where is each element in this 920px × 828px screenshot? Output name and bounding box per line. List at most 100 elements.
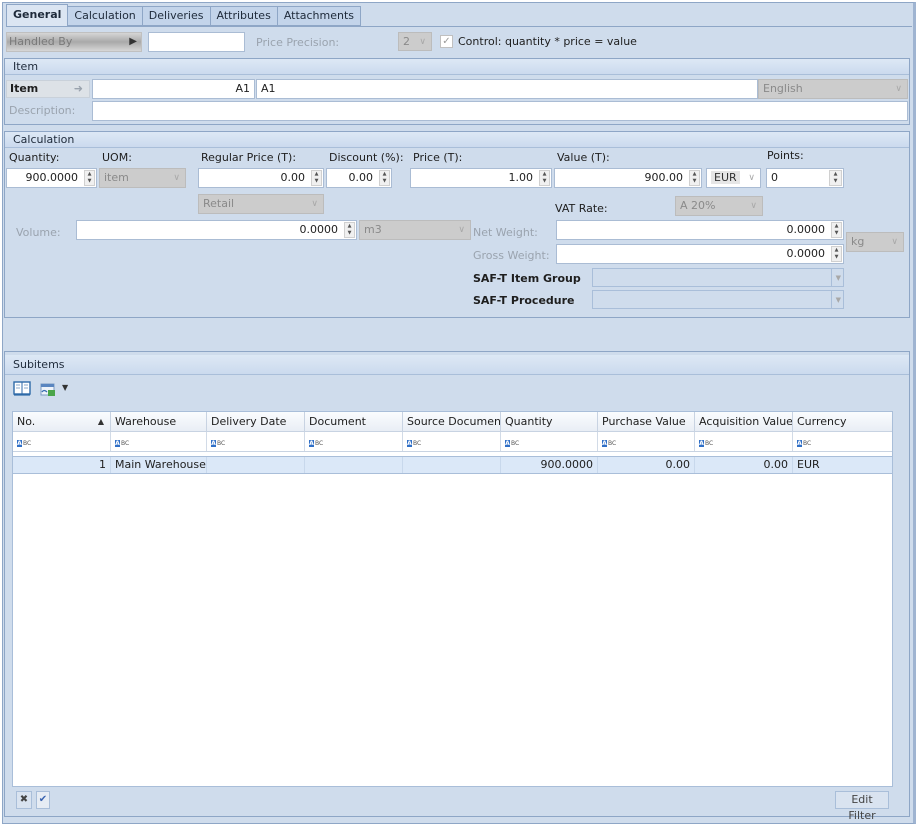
filter-cell[interactable]: A BC [305, 432, 403, 451]
uom-label: UOM: [102, 151, 132, 164]
item-name-field[interactable]: A1 [256, 79, 758, 99]
handled-by-field[interactable] [148, 32, 245, 52]
tab-deliveries[interactable]: Deliveries [142, 6, 211, 26]
spin-buttons[interactable]: ▲ ▼ [689, 170, 700, 186]
clear-filter-button[interactable]: ✖ [16, 791, 32, 809]
value-label: Value (T): [557, 151, 610, 164]
filter-cell[interactable]: A BC [695, 432, 793, 451]
weight-unit-value: kg [851, 235, 865, 248]
spin-buttons[interactable]: ▲ ▼ [84, 170, 95, 186]
grid-header-row: No. ▲ Warehouse Delivery Date Document So… [13, 412, 892, 432]
filter-cell[interactable]: A BC [793, 432, 892, 451]
filter-cell[interactable]: A BC [207, 432, 305, 451]
saft-procedure-select[interactable]: ▼ [592, 290, 844, 309]
item-group-title: Item [5, 59, 909, 75]
text-filter-icon: A BC [699, 440, 714, 447]
price-list-select[interactable]: Retail ∨ [198, 194, 324, 214]
column-header-document[interactable]: Document [305, 412, 403, 431]
column-header-acquisition-value[interactable]: Acquisition Value [695, 412, 793, 431]
spin-buttons[interactable]: ▲ ▼ [831, 222, 842, 238]
dropdown-arrow-icon: ▼ [830, 291, 841, 309]
dropdown-arrow-icon[interactable]: ▼ [62, 383, 68, 392]
column-header-delivery-date[interactable]: Delivery Date [207, 412, 305, 431]
column-header-no[interactable]: No. ▲ [13, 412, 111, 431]
net-weight-stepper[interactable]: 0.0000 ▲ ▼ [556, 220, 844, 240]
table-row[interactable]: 1 Main Warehouse 900.0000 0.00 0.00 EUR [13, 456, 892, 474]
uom-select[interactable]: item ∨ [99, 168, 186, 188]
tab-bar: General Calculation Deliveries Attribute… [6, 4, 362, 26]
edit-filter-button[interactable]: Edit Filter [835, 791, 889, 822]
chevron-down-icon: ∨ [748, 173, 755, 183]
column-header-quantity[interactable]: Quantity [501, 412, 598, 431]
close-icon: ✖ [19, 794, 29, 805]
tab-attributes[interactable]: Attributes [210, 6, 278, 26]
vat-rate-value: A 20% [680, 199, 716, 212]
volume-stepper[interactable]: 0.0000 ▲ ▼ [76, 220, 357, 240]
saft-item-group-select[interactable]: ▼ [592, 268, 844, 287]
quantity-stepper[interactable]: 900.0000 ▲ ▼ [6, 168, 97, 188]
uom-value: item [104, 171, 129, 184]
description-label: Description: [9, 104, 76, 117]
column-header-label: No. [17, 415, 36, 428]
regular-price-value: 0.00 [280, 171, 306, 184]
vat-rate-label: VAT Rate: [555, 202, 608, 215]
price-stepper[interactable]: 1.00 ▲ ▼ [410, 168, 552, 188]
currency-select[interactable]: EUR ∨ [706, 168, 761, 188]
currency-value: EUR [711, 171, 740, 184]
filter-cell[interactable]: A BC [403, 432, 501, 451]
weight-unit-select[interactable]: kg ∨ [846, 232, 904, 252]
chevron-down-icon: ∨ [458, 225, 465, 235]
spin-buttons[interactable]: ▲ ▼ [829, 170, 842, 186]
column-header-purchase-value[interactable]: Purchase Value [598, 412, 695, 431]
spin-buttons[interactable]: ▲ ▼ [344, 222, 355, 238]
text-filter-icon: A BC [309, 440, 324, 447]
gross-weight-label: Gross Weight: [473, 249, 550, 262]
text-filter-icon: A BC [602, 440, 617, 447]
text-filter-icon: A BC [797, 440, 812, 447]
text-filter-icon: A BC [17, 440, 32, 447]
control-checkbox[interactable]: ✓ [440, 35, 453, 48]
tab-calculation[interactable]: Calculation [68, 6, 143, 26]
gross-weight-stepper[interactable]: 0.0000 ▲ ▼ [556, 244, 844, 264]
discount-stepper[interactable]: 0.00 ▲ ▼ [326, 168, 392, 188]
language-value: English [763, 82, 803, 95]
column-header-currency[interactable]: Currency [793, 412, 892, 431]
spin-buttons[interactable]: ▲ ▼ [311, 170, 322, 186]
column-header-source-document[interactable]: Source Document [403, 412, 501, 431]
spin-buttons[interactable]: ▲ ▼ [379, 170, 390, 186]
regular-price-stepper[interactable]: 0.00 ▲ ▼ [198, 168, 324, 188]
chevron-down-icon: ∨ [750, 201, 757, 211]
filter-cell[interactable]: A BC [13, 432, 111, 451]
cell-acquisition-value: 0.00 [695, 457, 793, 473]
sort-ascending-icon: ▲ [97, 417, 104, 426]
volume-unit-select[interactable]: m3 ∨ [359, 220, 471, 240]
language-select[interactable]: English ∨ [758, 79, 908, 99]
tab-general[interactable]: General [6, 4, 69, 26]
apply-filter-button[interactable]: ✔ [36, 791, 50, 809]
text-filter-icon: A BC [407, 440, 422, 447]
text-filter-icon: A BC [211, 440, 226, 447]
filter-cell[interactable]: A BC [598, 432, 695, 451]
handled-by-button[interactable]: Handled By ▶ [6, 32, 142, 52]
spin-buttons[interactable]: ▲ ▼ [831, 246, 842, 262]
points-stepper[interactable]: 0 ▲ ▼ [766, 168, 844, 188]
price-precision-select[interactable]: 2 ∨ [398, 32, 432, 51]
book-icon[interactable] [13, 381, 31, 396]
column-header-warehouse[interactable]: Warehouse [111, 412, 207, 431]
value-stepper[interactable]: 900.00 ▲ ▼ [554, 168, 702, 188]
description-field[interactable] [92, 101, 908, 121]
price-precision-label: Price Precision: [256, 36, 340, 49]
subitems-grid: No. ▲ Warehouse Delivery Date Document So… [12, 411, 893, 787]
cell-purchase-value: 0.00 [598, 457, 695, 473]
tab-attachments[interactable]: Attachments [277, 6, 362, 26]
price-precision-value: 2 [403, 35, 410, 48]
spin-buttons[interactable]: ▲ ▼ [539, 170, 550, 186]
item-button[interactable]: Item ➜ [6, 80, 90, 98]
export-icon[interactable] [40, 383, 56, 397]
filter-cell[interactable]: A BC [111, 432, 207, 451]
volume-value: 0.0000 [299, 223, 339, 236]
vat-rate-select[interactable]: A 20% ∨ [675, 196, 763, 216]
filter-cell[interactable]: A BC [501, 432, 598, 451]
item-button-label: Item [10, 82, 39, 95]
item-code-field[interactable]: A1 [92, 79, 255, 99]
